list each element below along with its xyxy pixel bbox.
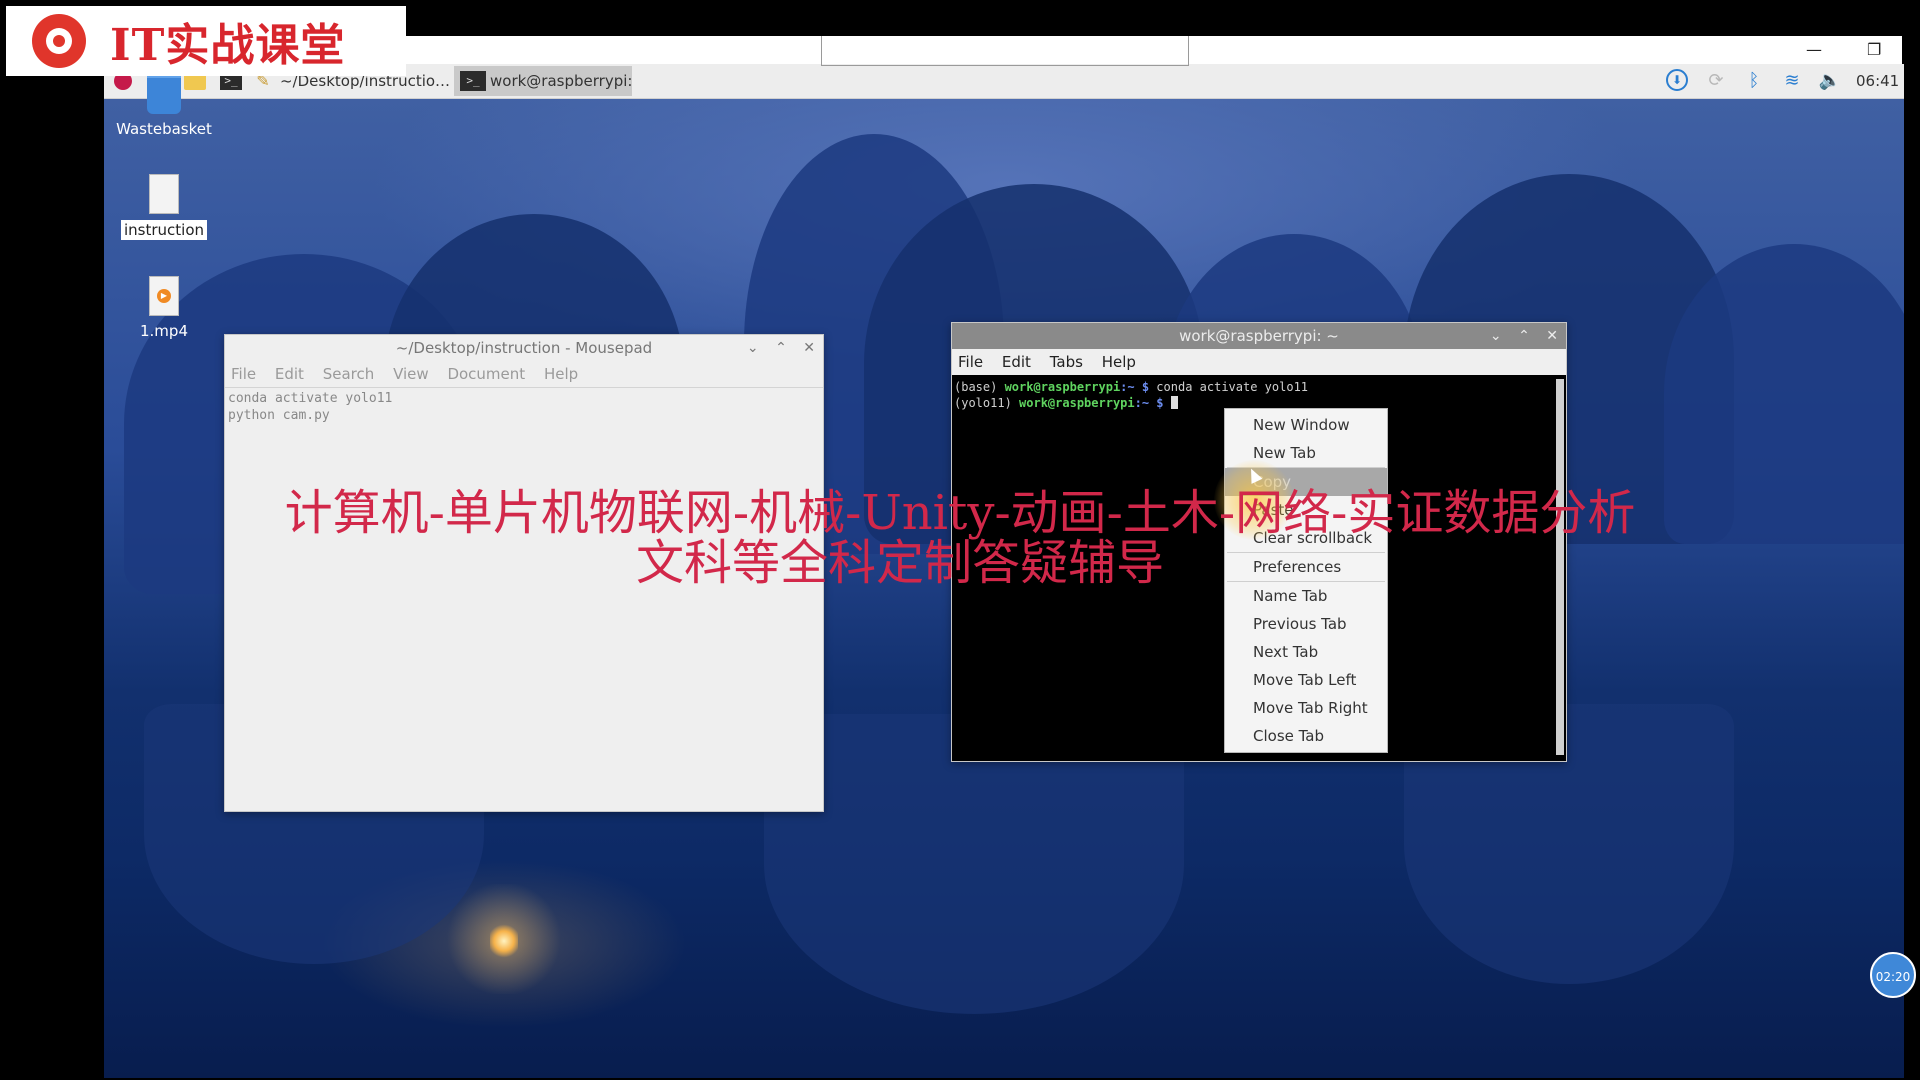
window-titlebar[interactable]: work@raspberrypi: ~ ⌄ ⌃ ✕ xyxy=(952,323,1566,349)
desktop-icon-wastebasket[interactable]: Wastebasket xyxy=(114,72,214,138)
close-icon[interactable]: ✕ xyxy=(803,340,815,356)
ctx-close-tab[interactable]: Close Tab xyxy=(1225,722,1387,750)
logo-banner: IT实战课堂 xyxy=(6,6,406,76)
text-file-icon xyxy=(149,174,179,214)
terminal-line: (base) work@raspberrypi:~ $ conda activa… xyxy=(954,380,1309,394)
menu-file[interactable]: File xyxy=(231,365,256,383)
desktop-icon-1-mp4[interactable]: ▶ 1.mp4 xyxy=(114,276,214,340)
menu-help[interactable]: Help xyxy=(544,365,578,383)
video-file-icon: ▶ xyxy=(149,276,179,316)
menu-document[interactable]: Document xyxy=(447,365,525,383)
text-editor-area[interactable]: conda activate yolo11 python cam.py xyxy=(225,388,823,426)
terminal-icon: >_ xyxy=(460,71,486,91)
task-terminal[interactable]: >_ work@raspberrypi: ~ xyxy=(454,66,632,96)
menu-file[interactable]: File xyxy=(958,353,983,371)
desktop-icon-label: Wastebasket xyxy=(116,120,212,138)
menu-edit[interactable]: Edit xyxy=(1002,353,1031,371)
window-titlebar[interactable]: ~/Desktop/instruction - Mousepad ⌄ ⌃ ✕ xyxy=(225,335,823,361)
logo-icon xyxy=(32,14,86,68)
volume-icon[interactable]: 🔈 xyxy=(1818,69,1842,93)
bluetooth-icon[interactable]: ᛒ xyxy=(1742,69,1766,93)
timer-badge[interactable]: 02:20 xyxy=(1870,952,1916,998)
clock[interactable]: 06:41 xyxy=(1856,72,1899,90)
ctx-move-tab-left[interactable]: Move Tab Left xyxy=(1225,666,1387,694)
menu-view[interactable]: View xyxy=(393,365,429,383)
host-search-box[interactable] xyxy=(821,36,1189,66)
text-cursor xyxy=(1170,396,1178,409)
lantern xyxy=(490,924,518,958)
desktop-icon-instruction[interactable]: instruction xyxy=(114,174,214,240)
sync-icon[interactable]: ⟳ xyxy=(1704,69,1728,93)
minimize-icon[interactable]: — xyxy=(1806,40,1822,59)
menubar: File Edit Tabs Help xyxy=(952,349,1566,375)
menu-tabs[interactable]: Tabs xyxy=(1050,353,1083,371)
ctx-previous-tab[interactable]: Previous Tab xyxy=(1225,610,1387,638)
ctx-preferences[interactable]: Preferences xyxy=(1225,553,1387,581)
logo-text: IT实战课堂 xyxy=(110,20,346,71)
bg-mountain xyxy=(1664,244,1904,544)
restore-icon[interactable]: ❐ xyxy=(1867,40,1881,59)
menu-help[interactable]: Help xyxy=(1102,353,1136,371)
mousepad-window: ~/Desktop/instruction - Mousepad ⌄ ⌃ ✕ F… xyxy=(224,334,824,812)
menubar: File Edit Search View Document Help xyxy=(225,361,823,388)
ctx-name-tab[interactable]: Name Tab xyxy=(1225,582,1387,610)
ctx-move-tab-right[interactable]: Move Tab Right xyxy=(1225,694,1387,722)
task-terminal-label: work@raspberrypi: ~ xyxy=(490,72,632,90)
download-icon[interactable]: ⬇ xyxy=(1666,69,1690,93)
menu-search[interactable]: Search xyxy=(323,365,375,383)
close-icon[interactable]: ✕ xyxy=(1546,328,1558,344)
desktop: >_ ✎ ~/Desktop/instructio… >_ work@raspb… xyxy=(104,64,1904,1078)
ctx-next-tab[interactable]: Next Tab xyxy=(1225,638,1387,666)
window-title: work@raspberrypi: ~ xyxy=(1179,327,1339,345)
scrollbar[interactable] xyxy=(1556,379,1564,755)
wifi-icon[interactable]: ≋ xyxy=(1780,69,1804,93)
maximize-icon[interactable]: ⌃ xyxy=(775,340,787,356)
desktop-icon-label: instruction xyxy=(120,220,208,240)
host-window-strip: — ❐ xyxy=(406,36,1902,66)
maximize-icon[interactable]: ⌃ xyxy=(1518,328,1530,344)
ctx-new-window[interactable]: New Window xyxy=(1225,411,1387,439)
trash-icon xyxy=(147,72,181,114)
menu-edit[interactable]: Edit xyxy=(275,365,304,383)
window-title: ~/Desktop/instruction - Mousepad xyxy=(395,339,653,357)
desktop-icon-label: 1.mp4 xyxy=(140,322,188,340)
minimize-icon[interactable]: ⌄ xyxy=(1490,328,1502,344)
minimize-icon[interactable]: ⌄ xyxy=(747,340,759,356)
